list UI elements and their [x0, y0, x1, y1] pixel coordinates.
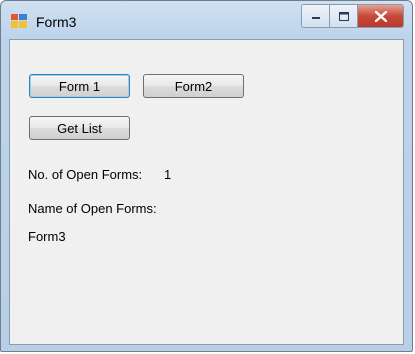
maximize-button[interactable]: [330, 5, 358, 27]
minimize-button[interactable]: [302, 5, 330, 27]
form-app-icon: [11, 14, 27, 28]
caption-buttons: [301, 4, 404, 28]
minimize-icon: [311, 17, 320, 19]
form2-button[interactable]: Form2: [143, 74, 244, 98]
close-icon: [374, 10, 387, 22]
form-client-area: Form 1 Form2 Get List No. of Open Forms:…: [9, 39, 404, 345]
open-forms-names-value: Form3: [28, 229, 66, 244]
open-forms-names-label: Name of Open Forms:: [28, 201, 157, 216]
open-forms-count-value: 1: [164, 167, 172, 182]
open-forms-count-label: No. of Open Forms:: [28, 167, 143, 182]
get-list-button[interactable]: Get List: [29, 116, 130, 140]
title-bar[interactable]: Form3: [1, 1, 412, 39]
form1-button[interactable]: Form 1: [29, 74, 130, 98]
maximize-icon: [338, 11, 349, 21]
form3-window: Form3 Form 1 Form2 Get List No. of Open …: [0, 0, 413, 352]
window-title: Form3: [36, 14, 77, 30]
close-button[interactable]: [358, 5, 403, 27]
